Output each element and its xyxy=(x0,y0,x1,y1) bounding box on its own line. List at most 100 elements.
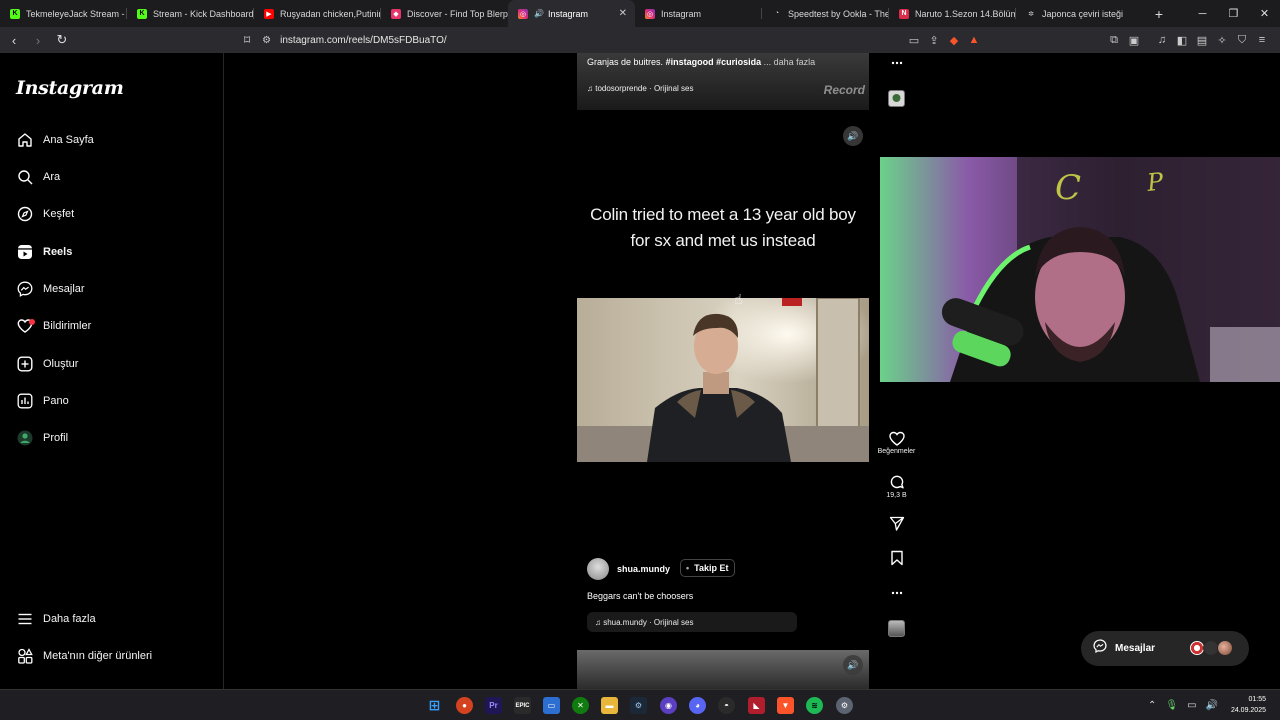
tab-kick-stream[interactable]: K TekmeleyeJack Stream - W xyxy=(0,0,127,27)
back-icon[interactable]: ‹ xyxy=(4,33,24,48)
system-tray: ⌃ 🎙 ▭ 🔊 xyxy=(1148,690,1218,720)
bookmark-icon[interactable]: ⌑ xyxy=(244,33,250,47)
menu-icon xyxy=(16,610,34,628)
mouse-cursor: ☝ xyxy=(734,291,743,307)
sidebar-item-dashboard[interactable]: Pano xyxy=(16,389,69,413)
browser-menu-icon[interactable]: ≡ xyxy=(1252,34,1272,46)
leo-ai-icon[interactable]: ✧ xyxy=(1212,34,1232,47)
network-icon[interactable]: ▭ xyxy=(1187,700,1196,711)
chevron-up-icon[interactable]: ⌃ xyxy=(1148,700,1156,711)
forward-icon[interactable]: › xyxy=(28,33,48,48)
remote-desktop-icon[interactable]: ▭ xyxy=(543,697,560,714)
more-options-icon[interactable] xyxy=(874,586,919,600)
cast-icon[interactable]: ▭ xyxy=(904,34,924,47)
sidebar-item-reels[interactable]: Reels xyxy=(16,240,72,264)
tab-chatgpt[interactable]: ✲ Japonca çeviri isteği xyxy=(1016,0,1143,27)
discord-icon[interactable]: ◕ xyxy=(689,697,706,714)
sidebar-item-notifications[interactable]: Bildirimler xyxy=(16,314,91,338)
kick-icon: K xyxy=(137,8,147,19)
messages-pill[interactable]: Mesajlar xyxy=(1081,631,1249,666)
tab-youtube[interactable]: ▶ Ruşyadan chicken,Putinin xyxy=(254,0,381,27)
speaker-icon[interactable]: 🔊 xyxy=(843,126,863,146)
sidebar-item-explore[interactable]: Keşfet xyxy=(16,202,74,226)
sidebar-item-meta-products[interactable]: Meta'nın diğer ürünleri xyxy=(16,644,152,668)
address-bar[interactable]: ⌑ ⚙ instagram.com/reels/DM5sFDBuaTO/ xyxy=(244,29,990,51)
speaker-icon[interactable]: 🔊 xyxy=(843,655,863,675)
reel-audio[interactable]: ♫ shua.mundy · Orijinal ses xyxy=(587,612,797,632)
browser-toolbar: ‹ › ↻ ⌑ ⚙ instagram.com/reels/DM5sFDBuaT… xyxy=(0,27,1280,53)
brave-rewards-icon[interactable]: ▲ xyxy=(964,34,984,46)
reader-icon[interactable]: ▣ xyxy=(1124,34,1144,47)
brave-shields-icon[interactable]: ◆ xyxy=(944,34,964,47)
restore-icon[interactable]: ❐ xyxy=(1218,0,1249,27)
save-icon[interactable] xyxy=(874,550,919,566)
github-icon[interactable]: ◓ xyxy=(718,697,735,714)
more-options-icon[interactable] xyxy=(874,56,919,70)
xbox-icon[interactable]: ✕ xyxy=(572,697,589,714)
share-icon[interactable] xyxy=(874,516,919,531)
epic-games-icon[interactable]: EPIC xyxy=(514,697,531,714)
tab-title: Naruto 1.Sezon 14.Bölüm xyxy=(915,8,1016,19)
obs-icon[interactable]: ◉ xyxy=(660,697,677,714)
sidebar-item-messages[interactable]: Mesajlar xyxy=(16,277,85,301)
tab-kick-dashboard[interactable]: K Stream - Kick Dashboard xyxy=(127,0,254,27)
sidebar-item-label: Oluştur xyxy=(43,358,79,370)
sidebar-toggle-icon[interactable]: ◧ xyxy=(1172,34,1192,47)
more-link[interactable]: ... daha fazla xyxy=(764,57,816,67)
speaker-icon[interactable]: 🔊 xyxy=(534,9,544,18)
brave-icon[interactable]: ▼ xyxy=(777,697,794,714)
close-window-icon[interactable]: ✕ xyxy=(1249,0,1280,27)
close-tab-icon[interactable]: ✕ xyxy=(619,8,627,19)
previous-reel-audio[interactable]: ♫ todosorprende · Orijinal ses xyxy=(587,84,694,93)
microphone-icon[interactable]: 🎙 xyxy=(1165,700,1178,711)
premiere-icon[interactable]: Pr xyxy=(485,697,502,714)
tab-speedtest[interactable]: ◔ Speedtest by Ookla - The xyxy=(762,0,889,27)
window-controls: ─ ❐ ✕ xyxy=(1187,0,1280,27)
previous-reel[interactable]: Granjas de buitres. #instagood #curiosid… xyxy=(577,53,869,110)
steam-icon[interactable]: ⚙ xyxy=(630,697,647,714)
url-text[interactable]: instagram.com/reels/DM5sFDBuaTO/ xyxy=(280,35,447,46)
new-tab-button[interactable]: + xyxy=(1147,0,1171,27)
sidebar-item-profile[interactable]: Profil xyxy=(16,426,68,450)
next-reel[interactable]: 🔊 xyxy=(577,650,869,689)
minimize-icon[interactable]: ─ xyxy=(1187,0,1218,27)
reload-icon[interactable]: ↻ xyxy=(52,32,72,48)
spotify-icon[interactable]: ≋ xyxy=(806,697,823,714)
tab-title: Instagram xyxy=(547,8,588,19)
current-reel[interactable]: 🔊 Colin tried to meet a 13 year old boy … xyxy=(577,110,869,650)
file-explorer-icon[interactable]: ▬ xyxy=(601,697,618,714)
webcam-overlay: C P xyxy=(880,157,1280,382)
windows-start-icon[interactable]: ⊞ xyxy=(426,697,443,714)
audio-thumbnail[interactable] xyxy=(888,620,905,637)
avatar[interactable] xyxy=(587,558,609,580)
settings-icon[interactable]: ⚙ xyxy=(836,697,853,714)
share-icon[interactable]: ⇪ xyxy=(924,34,944,47)
toolbar-right-icons: ▭ ⇪ ◆ ▲ ⧉ ▣ ♫ ◧ ▤ ✧ ⛉ ≡ xyxy=(904,27,1272,53)
sidebar-item-search[interactable]: Ara xyxy=(16,165,60,189)
tab-instagram[interactable]: ◎ Instagram xyxy=(635,0,762,27)
browser-app-icon[interactable]: ● xyxy=(456,697,473,714)
tab-instagram-active[interactable]: ◎ 🔊 Instagram ✕ xyxy=(508,0,635,27)
comment-button[interactable]: 19,3 B xyxy=(874,474,919,499)
reel-username[interactable]: shua.mundy xyxy=(617,564,670,574)
like-button[interactable]: Beğenmeler xyxy=(874,431,919,455)
sidebar-item-home[interactable]: Ana Sayfa xyxy=(16,128,94,152)
follow-button[interactable]: • Takip Et xyxy=(680,559,735,577)
extensions-icon[interactable]: ⧉ xyxy=(1104,34,1124,47)
music-note-icon: ♫ xyxy=(595,617,604,627)
sidebar-item-create[interactable]: Oluştur xyxy=(16,352,78,376)
sidebar-item-more[interactable]: Daha fazla xyxy=(16,607,96,631)
vpn-icon[interactable]: ⛉ xyxy=(1232,34,1252,47)
site-settings-icon[interactable]: ⚙ xyxy=(262,35,271,46)
media-icon[interactable]: ♫ xyxy=(1152,34,1172,46)
tab-naruto[interactable]: N Naruto 1.Sezon 14.Bölüm xyxy=(889,0,1016,27)
riot-icon[interactable]: ◣ xyxy=(748,697,765,714)
volume-icon[interactable]: 🔊 xyxy=(1206,700,1218,711)
reel-video-frame[interactable] xyxy=(577,298,869,462)
wallet-icon[interactable]: ▤ xyxy=(1192,34,1212,47)
previous-reel-hashtags[interactable]: #instagood #curiosida xyxy=(666,57,762,67)
tab-blerp[interactable]: ◆ Discover - Find Top Blerps xyxy=(381,0,508,27)
taskbar-clock[interactable]: 01:55 24.09.2025 xyxy=(1231,694,1266,716)
instagram-logo[interactable]: Instagram xyxy=(16,77,124,99)
previous-audio-thumbnail[interactable] xyxy=(888,90,905,107)
